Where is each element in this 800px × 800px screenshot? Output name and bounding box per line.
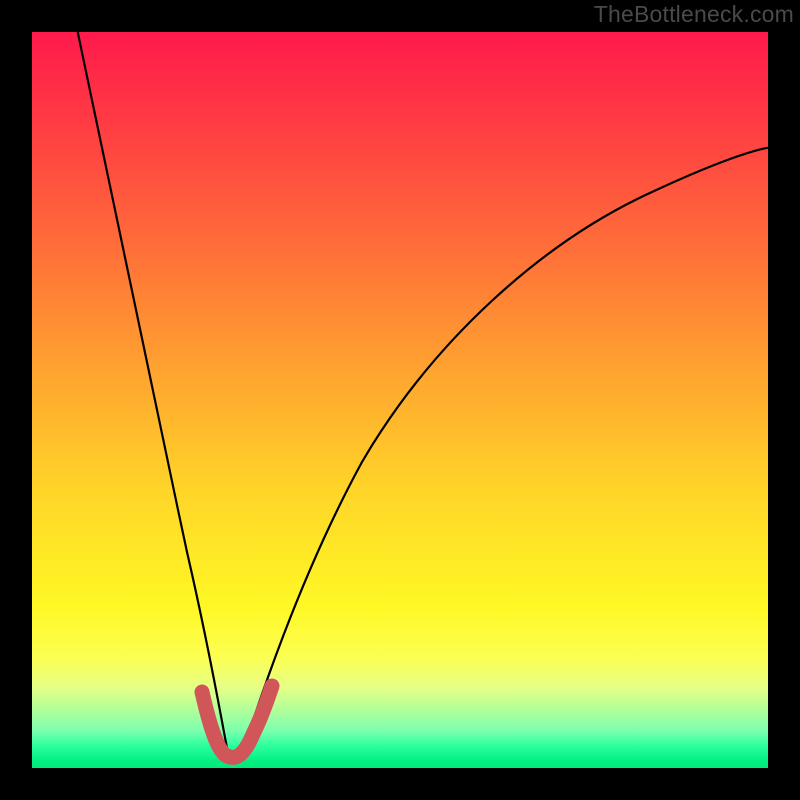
bottleneck-curve	[76, 32, 768, 756]
chart-frame: TheBottleneck.com	[0, 0, 800, 800]
highlight-curve	[202, 686, 272, 757]
bottleneck-curve-svg	[32, 32, 768, 768]
watermark-text: TheBottleneck.com	[594, 0, 794, 28]
plot-area	[32, 32, 768, 768]
